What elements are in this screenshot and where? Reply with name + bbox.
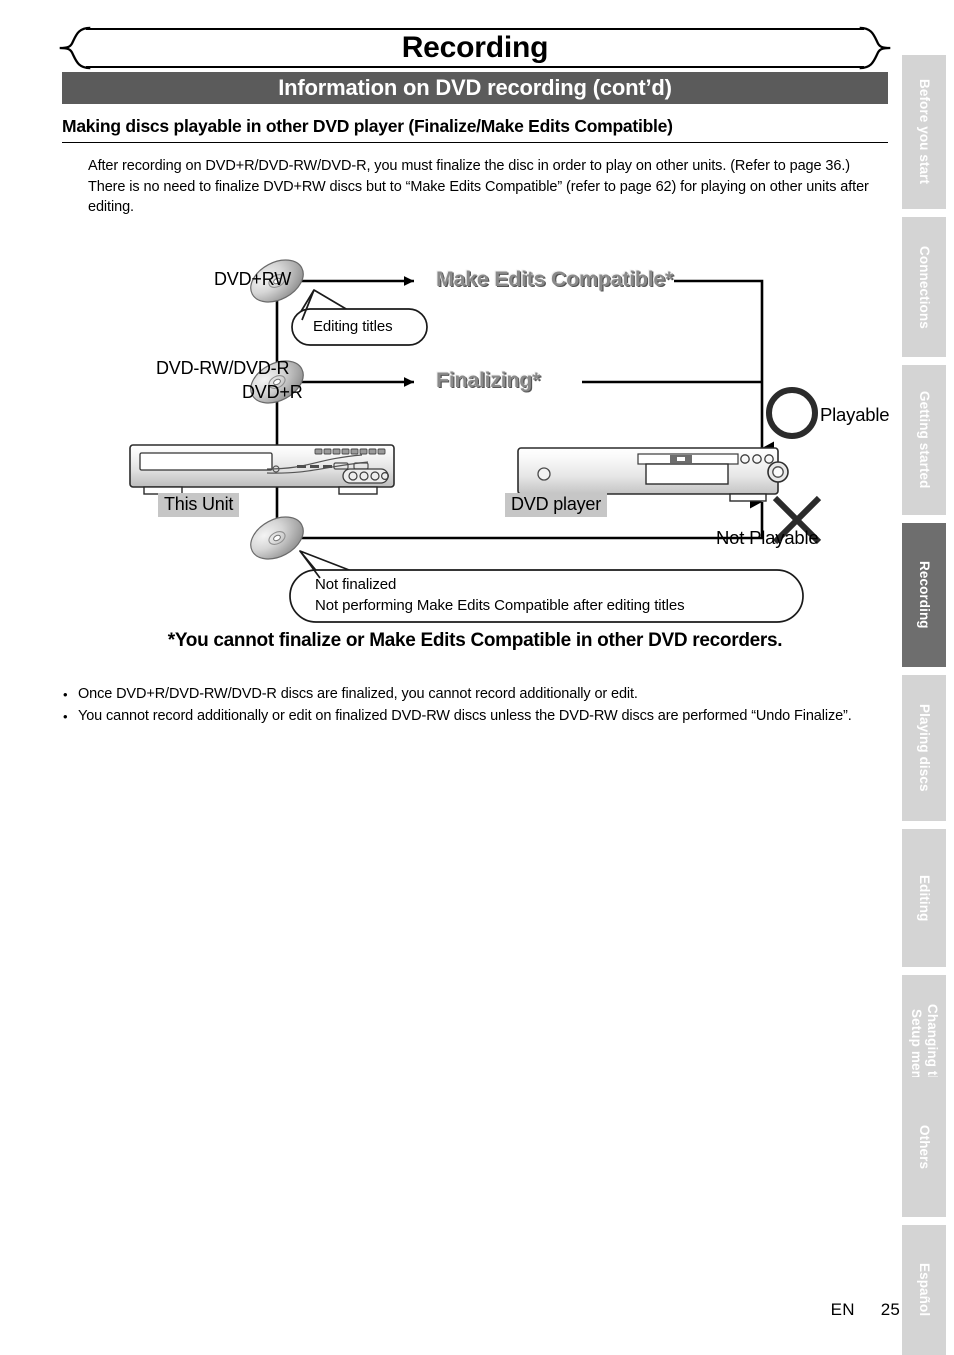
workflow-diagram: DVD+RW DVD-RW/DVD-R DVD+R Make Edits Com… (62, 250, 890, 635)
chapter-banner: Recording (59, 26, 891, 72)
tab-recording[interactable]: Recording (902, 523, 946, 667)
flow-label-finalizing: Finalizing* (436, 368, 541, 392)
tab-label: Connections (917, 245, 932, 329)
language-code: EN (830, 1300, 855, 1319)
tab-getting-started[interactable]: Getting started (902, 365, 946, 515)
tab-espanol[interactable]: Español (902, 1225, 946, 1355)
tab-label: Español (917, 1263, 932, 1317)
verdict-not-playable: Not Playable (716, 527, 819, 548)
intro-paragraph-1: After recording on DVD+R/DVD-RW/DVD-R, y… (88, 158, 850, 174)
bullet-list: • Once DVD+R/DVD-RW/DVD-R discs are fina… (62, 684, 890, 728)
intro-text: After recording on DVD+R/DVD-RW/DVD-R, y… (88, 156, 888, 218)
list-item: • Once DVD+R/DVD-RW/DVD-R discs are fina… (62, 684, 890, 705)
tab-label: Others (917, 1124, 932, 1170)
disc-label-dvd-plus-r: DVD+R (242, 382, 303, 402)
tab-label: Recording (917, 561, 932, 629)
bullet-dot-icon: • (63, 687, 68, 702)
recorder-illustration (129, 444, 395, 495)
tab-label: Before you start (917, 79, 932, 185)
tab-playing-discs[interactable]: Playing discs (902, 675, 946, 821)
diagram-graphics (129, 259, 822, 623)
list-item-text: Once DVD+R/DVD-RW/DVD-R discs are finali… (78, 686, 638, 702)
chapter-tab-rail: Before you start Connections Getting sta… (902, 55, 946, 1355)
device-label-this-unit: This Unit (158, 493, 240, 517)
disc-label-dvd-plus-rw: DVD+RW (214, 269, 291, 289)
callout-text-editing-titles: Editing titles (313, 318, 393, 335)
page-title: Recording (401, 31, 549, 64)
tab-editing[interactable]: Editing (902, 829, 946, 967)
sub-heading: Making discs playable in other DVD playe… (62, 116, 673, 136)
tab-before-you-start[interactable]: Before you start (902, 55, 946, 209)
bullet-dot-icon: • (63, 709, 68, 724)
manual-page: Recording Information on DVD recording (… (0, 0, 954, 1355)
tab-label: Getting started (917, 391, 932, 489)
callout-text-not-finalized-2: Not performing Make Edits Compatible aft… (315, 597, 685, 614)
tab-label: Playing discs (917, 704, 932, 792)
footnote-star: *You cannot finalize or Make Edits Compa… (167, 630, 783, 651)
page-footer: EN 25 (0, 1300, 900, 1320)
callout-text-not-finalized-1: Not finalized (315, 576, 397, 593)
tab-connections[interactable]: Connections (902, 217, 946, 357)
section-title-bar: Information on DVD recording (cont’d) (62, 72, 888, 104)
tab-label: Editing (917, 874, 932, 922)
device-label-dvd-player: DVD player (505, 493, 608, 517)
page-number: 25 (880, 1300, 900, 1319)
disc-label-dvd-rw-dvd-r: DVD-RW/DVD-R (156, 358, 290, 378)
list-item: • You cannot record additionally or edit… (62, 706, 890, 727)
tab-others[interactable]: Others (902, 1077, 946, 1217)
playable-circle-icon (766, 387, 818, 439)
sub-heading-rule (62, 142, 888, 143)
list-item-text: You cannot record additionally or edit o… (78, 708, 852, 724)
flow-label-make-edits-compatible: Make Edits Compatible* (436, 267, 674, 291)
intro-paragraph-2: There is no need to finalize DVD+RW disc… (88, 178, 869, 216)
verdict-playable: Playable (820, 404, 890, 425)
